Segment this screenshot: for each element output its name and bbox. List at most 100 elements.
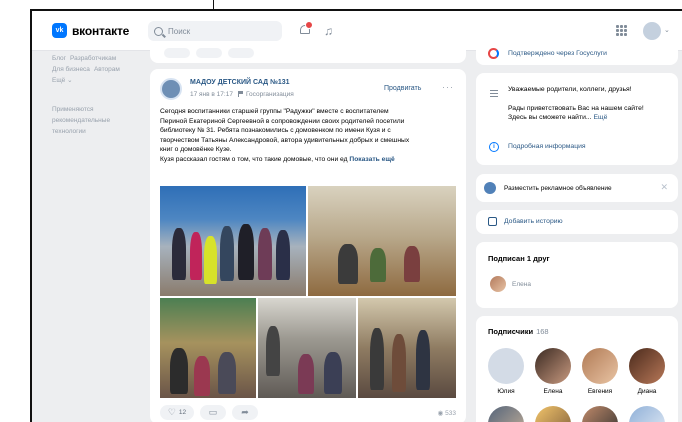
post-text-line: Сегодня воспитанники старшей группы "Рад… <box>160 108 389 115</box>
link-authors[interactable]: Авторам <box>94 66 120 73</box>
friend-name[interactable]: Елена <box>512 281 531 288</box>
music-icon[interactable]: ♫ <box>324 24 333 38</box>
gosuslugi-card: Подтверждено через Госуслуги <box>476 41 678 65</box>
about-card: Уважаемые родители, коллеги, друзья! Рад… <box>476 73 678 165</box>
avatar[interactable] <box>582 406 618 422</box>
subscriber-name: Евгения <box>587 388 613 395</box>
post-text-line: книг о домовёнке Кузе. <box>160 146 232 154</box>
photo-1[interactable] <box>160 186 306 296</box>
avatar <box>535 348 571 384</box>
photo-3[interactable] <box>160 298 256 398</box>
user-avatar[interactable] <box>643 22 661 40</box>
apps-grid-icon[interactable] <box>616 25 627 36</box>
megaphone-icon <box>484 182 496 194</box>
group-avatar[interactable] <box>160 78 182 100</box>
avatar <box>488 348 524 384</box>
vk-logo[interactable]: vk вконтакте <box>52 23 129 38</box>
like-button[interactable]: ♡ 12 <box>160 405 194 420</box>
subscriber-name: Елена <box>543 388 563 395</box>
post-date[interactable]: 17 янв в 17:17 <box>190 91 233 98</box>
comment-icon: ▭ <box>208 407 218 417</box>
rec-tech-line-2[interactable]: рекомендательные <box>52 115 152 126</box>
avatar[interactable] <box>629 406 665 422</box>
subscriber-name: Юлия <box>497 388 515 395</box>
share-icon: ➦ <box>241 407 249 417</box>
post-text-line: библиотеку № 31. Ребята познакомились с … <box>160 127 391 135</box>
rec-tech-line-3[interactable]: технологии <box>52 126 152 137</box>
avatar[interactable] <box>535 406 571 422</box>
subscribers-label: Подписчики <box>488 327 534 336</box>
vk-logo-text: вконтакте <box>72 23 130 38</box>
subscribers-title[interactable]: Подписчики 168 <box>488 327 549 336</box>
ads-card: Разместить рекламное объявление ✕ <box>476 174 678 202</box>
avatar <box>629 348 665 384</box>
about-title: Уважаемые родители, коллеги, друзья! <box>508 86 632 93</box>
gov-flag-icon <box>237 91 244 97</box>
subscriber-item[interactable]: Елена <box>533 348 573 395</box>
post-text-line: творчеством Татьяны Александровой, автор… <box>160 136 410 144</box>
heart-icon: ♡ <box>167 407 176 417</box>
friend-avatar[interactable] <box>490 276 506 292</box>
browser-viewport: vk вконтакте Поиск ♫ ⌄ Блог Разработчикам… <box>30 9 682 422</box>
avatar[interactable] <box>488 406 524 422</box>
views-count: 533 <box>445 410 456 417</box>
promote-button[interactable]: Продвигать <box>384 85 421 92</box>
previous-post-footer <box>150 41 466 63</box>
window-edge-line <box>213 0 214 9</box>
share-button[interactable]: ➦ <box>232 405 258 420</box>
post-meta: 17 янв в 17:17 Госорганизация <box>190 90 294 98</box>
views-counter: ◉ 533 <box>437 410 456 417</box>
avatar <box>582 348 618 384</box>
add-story-link[interactable]: Добавить историю <box>504 218 563 225</box>
link-blog[interactable]: Блог <box>52 55 66 62</box>
notification-badge <box>305 21 313 29</box>
comment-button[interactable]: ▭ <box>200 405 226 420</box>
subscriber-name: Диана <box>637 388 657 395</box>
post-text-line: Кузя рассказал гостям о том, что такие д… <box>160 155 348 163</box>
gosuslugi-text[interactable]: Подтверждено через Госуслуги <box>508 50 607 57</box>
photo-4[interactable] <box>258 298 356 398</box>
like-count: 12 <box>178 409 187 416</box>
post-actions: ♡ 12 ▭ ➦ ◉ 533 <box>160 405 460 421</box>
detailed-info-link[interactable]: Подробная информация <box>508 143 586 150</box>
subscriber-item[interactable]: Юлия <box>486 348 526 395</box>
subscriber-item[interactable]: Евгения <box>580 348 620 395</box>
add-story-icon <box>488 217 497 226</box>
comment-button[interactable] <box>196 48 222 58</box>
gov-badge: Госорганизация <box>245 91 294 98</box>
subscribers-count: 168 <box>536 327 549 336</box>
like-button[interactable] <box>164 48 190 58</box>
wall-post: МАДОУ ДЕТСКИЙ САД №131 17 янв в 17:17 Гос… <box>150 69 466 422</box>
link-more[interactable]: Ещё ⌄ <box>52 77 73 84</box>
about-more-link[interactable]: Ещё <box>593 114 607 121</box>
place-ad-link[interactable]: Разместить рекламное объявление <box>504 185 612 192</box>
rec-tech-line-1[interactable]: Применяются <box>52 104 152 115</box>
photo-5[interactable] <box>358 298 456 398</box>
notifications-bell-icon[interactable] <box>299 21 313 37</box>
subscriber-item[interactable]: Диана <box>627 348 667 395</box>
show-more-link[interactable]: Показать ещё <box>349 156 394 163</box>
link-business[interactable]: Для бизнеса <box>52 66 90 73</box>
history-card: Добавить историю <box>476 210 678 234</box>
gosuslugi-icon <box>488 48 499 59</box>
search-input[interactable]: Поиск <box>148 21 282 41</box>
photo-2[interactable] <box>308 186 456 296</box>
left-footer-links: Блог Разработчикам Для бизнеса Авторам Ещё… <box>52 53 152 151</box>
photo-grid <box>160 186 456 398</box>
link-developers[interactable]: Разработчикам <box>70 55 116 62</box>
about-line-2: Здесь вы сможете найти... <box>508 114 592 121</box>
post-author[interactable]: МАДОУ ДЕТСКИЙ САД №131 <box>190 79 290 86</box>
friends-title[interactable]: Подписан 1 друг <box>488 254 550 263</box>
close-icon[interactable]: ✕ <box>660 182 668 193</box>
post-text-line: Периной Екатериной Сергеевной в сопровож… <box>160 117 405 125</box>
chevron-down-icon[interactable]: ⌄ <box>664 26 670 34</box>
text-lines-icon <box>490 90 498 99</box>
about-text: Рады приветствовать Вас на нашем сайте! … <box>508 104 644 122</box>
subscribers-card: Подписчики 168 Юлия Елена Евгения Диана <box>476 316 678 422</box>
share-button[interactable] <box>228 48 254 58</box>
about-line-1: Рады приветствовать Вас на нашем сайте! <box>508 105 644 112</box>
post-text: Сегодня воспитанники старшей группы "Рад… <box>160 107 460 165</box>
more-options-icon[interactable]: ··· <box>442 82 454 92</box>
vk-logo-icon: vk <box>52 23 67 38</box>
search-icon <box>154 26 163 36</box>
